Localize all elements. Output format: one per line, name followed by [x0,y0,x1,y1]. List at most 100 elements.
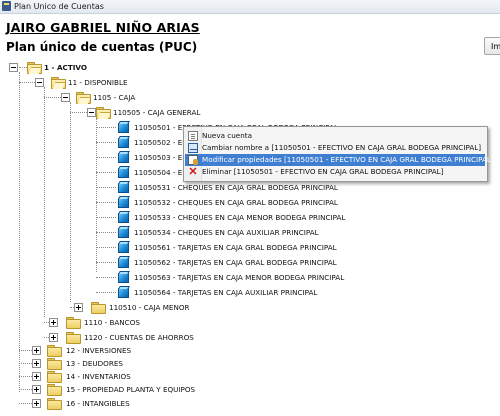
account-node[interactable]: 11050561 - TARJETAS EN CAJA GRAL BODEGA … [0,240,337,255]
cube-icon [117,241,130,254]
tree-line [96,217,116,218]
account-node[interactable]: 11050532 - CHEQUES EN CAJA GRAL BODEGA P… [0,195,338,210]
page-title: Plan único de cuentas (PUC) [6,40,198,54]
folder-icon [66,317,81,329]
tree-line [96,187,116,188]
tree-node-disponible[interactable]: 11 - DISPONIBLE [0,75,300,90]
account-label: 11050533 - CHEQUES EN CAJA MENOR BODEGA … [134,213,346,222]
folder-icon [47,345,62,357]
node-label: 110505 - CAJA GENERAL [113,108,201,117]
collapse-icon[interactable] [61,93,70,102]
folder-icon [51,77,66,89]
node-label: 1 - ACTIVO [44,63,87,72]
node-label: 110510 - CAJA MENOR [109,303,190,312]
tree-node-caja[interactable]: 1105 - CAJA [0,90,300,105]
tree-line [96,202,116,203]
account-label: 11050561 - TARJETAS EN CAJA GRAL BODEGA … [134,243,337,252]
menu-item-label: Nueva cuenta [202,131,253,140]
expand-icon[interactable] [49,333,58,342]
account-node[interactable]: 11050534 - CHEQUES EN CAJA AUXILIAR PRIN… [0,225,320,240]
tree-line [96,292,116,293]
account-node[interactable]: 11050564 - TARJETAS EN CAJA AUXILIAR PRI… [0,285,320,300]
tree-node-caja-general[interactable]: 110505 - CAJA GENERAL [0,105,300,120]
cube-icon [117,151,130,164]
node-label: 1110 - BANCOS [84,318,140,327]
node-label: 16 - INTANGIBLES [66,399,130,408]
folder-icon [91,302,106,314]
expand-icon[interactable] [32,346,41,355]
owner-name: JAIRO GABRIEL NIÑO ARIAS [6,20,200,35]
tree-line [70,112,87,113]
account-label: 11050531 - CHEQUES EN CAJA GRAL BODEGA P… [134,183,338,192]
tree-line [96,247,116,248]
delete-x-icon: ✕ [188,166,198,178]
account-label: 11050534 - CHEQUES EN CAJA AUXILIAR PRIN… [134,228,319,237]
collapse-icon[interactable] [87,108,96,117]
menu-item-label: Cambiar nombre a [11050501 - EFECTIVO EN… [202,143,482,152]
node-label: 1105 - CAJA [93,93,136,102]
tree-node-caja-menor[interactable]: 110510 - CAJA MENOR [0,300,300,315]
tree-node-propiedad[interactable]: 15 - PROPIEDAD PLANTA Y EQUIPOS [0,382,300,397]
tree-line [44,322,49,323]
tree-line [19,350,32,351]
rename-icon [188,143,198,153]
expand-icon[interactable] [32,385,41,394]
tree-line [44,97,61,98]
cube-icon [117,136,130,149]
properties-icon [188,155,198,165]
tree-line [19,403,32,404]
folder-icon [96,107,111,119]
app-icon [2,1,11,11]
tree-line [19,67,27,68]
tree-line [19,376,32,377]
folder-icon [47,371,62,383]
cube-icon [117,226,130,239]
expand-icon[interactable] [32,372,41,381]
menu-item-label: Modificar propiedades [11050501 - EFECTI… [202,155,494,164]
expand-icon[interactable] [32,359,41,368]
tree-line [96,262,116,263]
folder-icon [76,92,91,104]
menu-item-new-account[interactable]: Nueva cuenta [185,130,485,142]
side-button[interactable]: Im [484,37,500,55]
account-label: 11050562 - TARJETAS EN CAJA GRAL BODEGA … [134,258,337,267]
cube-icon [117,286,130,299]
menu-item-modify-properties[interactable]: Modificar propiedades [11050501 - EFECTI… [185,154,494,166]
folder-icon [47,358,62,370]
account-label: 11050532 - CHEQUES EN CAJA GRAL BODEGA P… [134,198,338,207]
tree-line [19,389,32,390]
folder-icon [47,384,62,396]
window-title: Plan Unico de Cuentas [14,2,104,11]
expand-icon[interactable] [32,399,41,408]
account-node[interactable]: 11050533 - CHEQUES EN CAJA MENOR BODEGA … [0,210,345,225]
new-document-icon [188,131,198,141]
cube-icon [117,121,130,134]
collapse-icon[interactable] [9,63,18,72]
folder-icon [27,62,42,74]
tree-line [96,157,116,158]
window-titlebar: Plan Unico de Cuentas [0,0,500,14]
cube-icon [117,166,130,179]
account-node[interactable]: 11050563 - TARJETAS EN CAJA MENOR BODEGA… [0,270,344,285]
tree-node-intangibles[interactable]: 16 - INTANGIBLES [0,396,300,411]
menu-item-rename[interactable]: Cambiar nombre a [11050501 - EFECTIVO EN… [185,142,485,154]
account-label: 11050564 - TARJETAS EN CAJA AUXILIAR PRI… [134,288,318,297]
cube-icon [117,271,130,284]
cube-icon [117,181,130,194]
account-node[interactable]: 11050531 - CHEQUES EN CAJA GRAL BODEGA P… [0,180,338,195]
tree-line [19,363,32,364]
tree-line [96,127,116,128]
cube-icon [117,196,130,209]
tree-node-bancos[interactable]: 1110 - BANCOS [0,315,300,330]
expand-icon[interactable] [49,318,58,327]
folder-icon [47,398,62,410]
collapse-icon[interactable] [35,78,44,87]
account-tree[interactable]: 1 - ACTIVO 11 - DISPONIBLE 1105 - CAJA 1… [0,60,500,416]
context-menu: Nueva cuenta Cambiar nombre a [11050501 … [183,126,494,182]
tree-node-activo[interactable]: 1 - ACTIVO [0,60,300,75]
node-label: 11 - DISPONIBLE [68,78,128,87]
menu-item-delete[interactable]: ✕ Eliminar [11050501 - EFECTIVO EN CAJA … [185,166,485,178]
folder-icon [66,332,81,344]
account-node[interactable]: 11050562 - TARJETAS EN CAJA GRAL BODEGA … [0,255,337,270]
expand-icon[interactable] [74,303,83,312]
